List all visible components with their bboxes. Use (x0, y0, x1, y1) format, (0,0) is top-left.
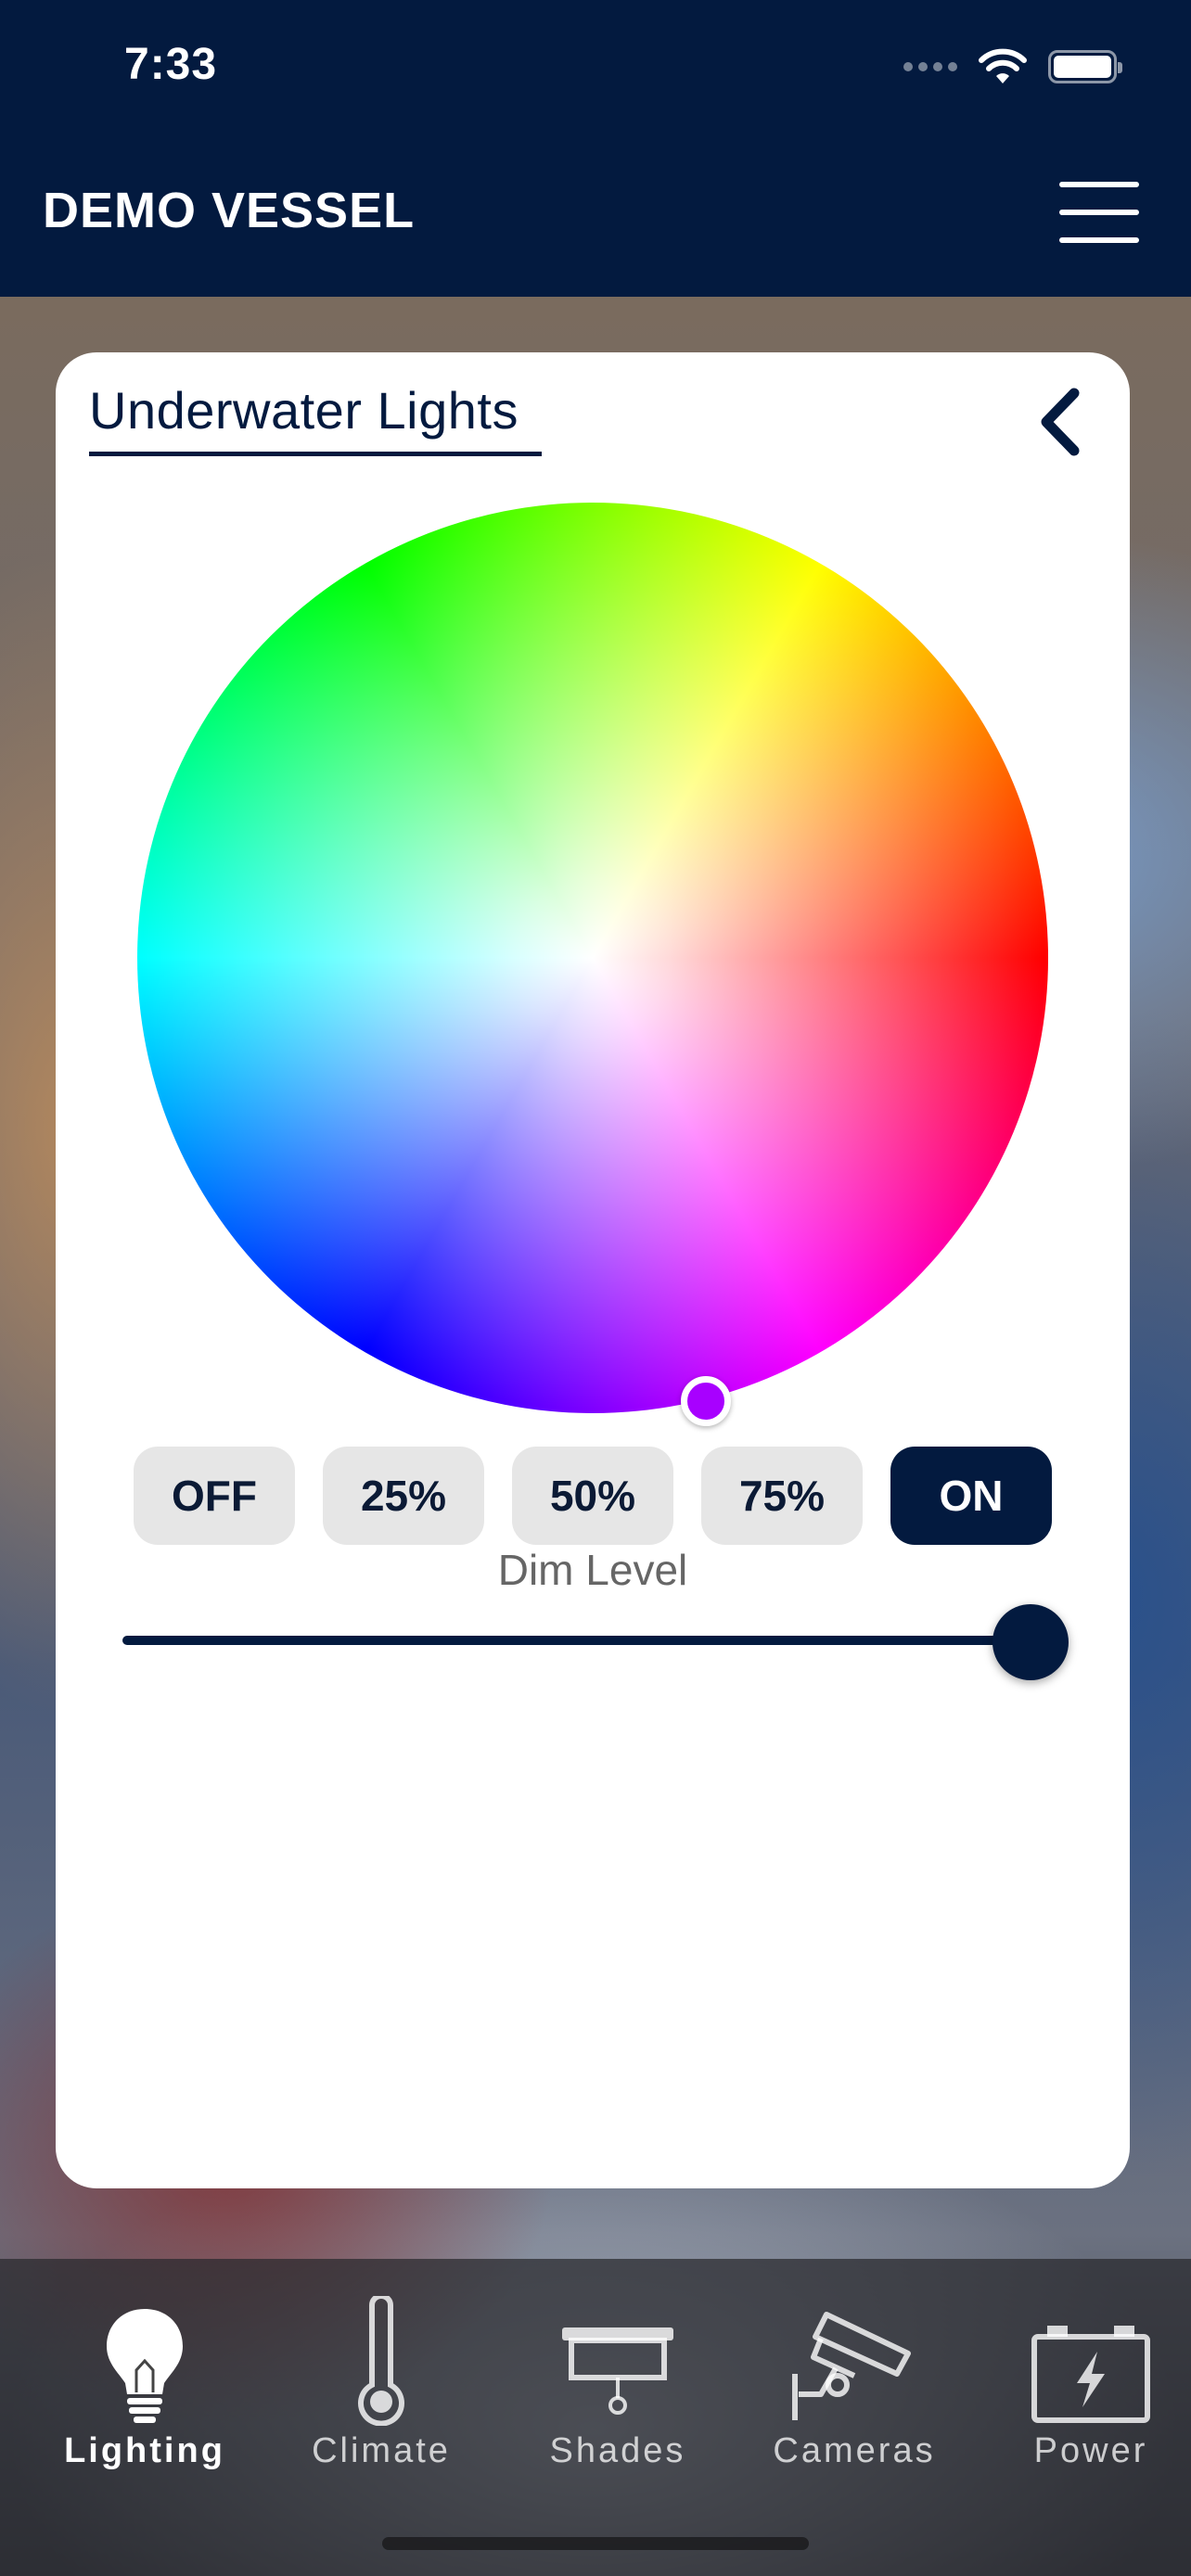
preset-off-button[interactable]: OFF (134, 1447, 295, 1545)
hamburger-icon (1059, 182, 1139, 187)
tab-label: Lighting (64, 2431, 225, 2470)
home-indicator (382, 2537, 809, 2550)
preset-75-button[interactable]: 75% (701, 1447, 863, 1545)
cellular-signal-icon (903, 62, 957, 71)
card-title: Underwater Lights (89, 380, 542, 456)
tab-label: Shades (549, 2431, 686, 2470)
chevron-left-icon (1041, 388, 1080, 456)
battery-icon (1031, 2326, 1150, 2423)
preset-25-button[interactable]: 25% (323, 1447, 484, 1545)
preset-50-button[interactable]: 50% (512, 1447, 673, 1545)
bottom-tab-bar: Lighting Climate Shades Cameras Power (0, 2259, 1191, 2576)
tab-lighting[interactable]: Lighting (52, 2287, 237, 2519)
security-camera-icon (792, 2312, 911, 2420)
battery-status-icon (1048, 50, 1122, 83)
dim-presets: OFF 25% 50% 75% ON (134, 1447, 1052, 1545)
light-control-card: Underwater Lights OFF 25% 50% 75% ON Dim… (56, 352, 1130, 2188)
dim-level-label: Dim Level (497, 1546, 688, 1594)
slider-thumb[interactable] (992, 1604, 1069, 1680)
thermometer-icon (358, 2296, 404, 2426)
tab-label: Cameras (773, 2431, 936, 2470)
tab-climate[interactable]: Climate (288, 2287, 474, 2519)
back-button[interactable] (1026, 380, 1100, 464)
shade-icon (562, 2327, 673, 2415)
tab-cameras[interactable]: Cameras (762, 2287, 947, 2519)
tab-label: Climate (312, 2431, 451, 2470)
status-icons (903, 48, 1122, 85)
color-wheel[interactable] (137, 503, 1048, 1413)
tab-label: Power (1033, 2431, 1148, 2470)
preset-on-button[interactable]: ON (890, 1447, 1052, 1545)
menu-button[interactable] (1059, 182, 1139, 243)
wifi-icon (979, 48, 1027, 83)
top-bar: 7:33 DEMO VESSEL (0, 0, 1191, 297)
light-bulb-icon (107, 2309, 183, 2423)
status-time: 7:33 (124, 40, 218, 89)
color-wheel-handle[interactable] (681, 1376, 731, 1426)
vessel-title: DEMO VESSEL (43, 183, 416, 238)
dim-level-slider[interactable] (122, 1595, 1069, 1688)
slider-track (122, 1636, 1031, 1645)
tab-power[interactable]: Power (998, 2287, 1184, 2519)
tab-shades[interactable]: Shades (525, 2287, 711, 2519)
